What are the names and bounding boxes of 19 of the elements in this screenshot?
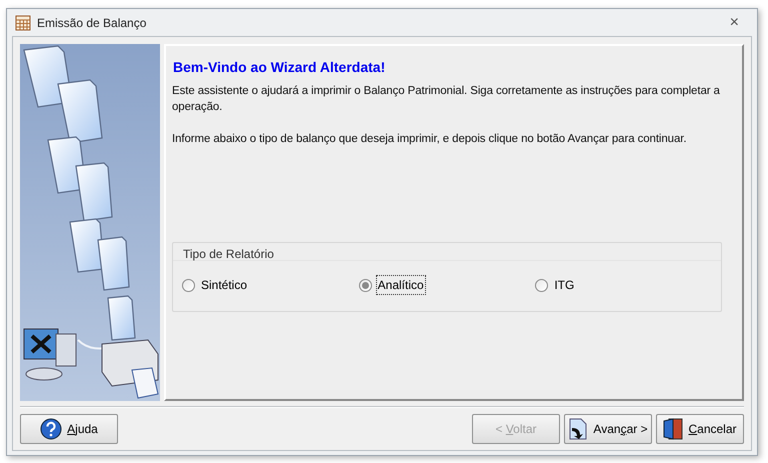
instruction-text: Informe abaixo o tipo de balanço que deseja imprimir, e depois clique no botão Avançar para continuar. <box>172 132 688 147</box>
radio-label[interactable]: Analítico <box>376 276 425 294</box>
radio-button[interactable] <box>358 278 372 292</box>
door-icon <box>663 418 684 440</box>
window-title: Emissão de Balanço <box>37 14 146 32</box>
radio-label[interactable]: ITG <box>553 276 576 294</box>
calculator-icon <box>15 14 31 30</box>
group-title: Tipo de Relatório <box>183 247 274 261</box>
next-button[interactable]: Avançar > <box>564 414 652 444</box>
help-button[interactable]: Ajuda <box>20 414 118 444</box>
cancel-button[interactable]: Cancelar <box>656 414 744 444</box>
radio-button[interactable] <box>535 278 548 292</box>
help-icon <box>40 418 62 440</box>
instruction-text: Este assistente o ajudará a imprimir o Balanço Patrimonial. Siga corretamente as instruções para completar a operação. <box>172 84 721 115</box>
welcome-heading: Bem-Vindo ao Wizard Alterdata! <box>173 58 386 77</box>
radio-label[interactable]: Sintético <box>200 276 248 294</box>
page-arrow-icon <box>568 418 588 440</box>
radio-button[interactable] <box>182 278 195 292</box>
close-button[interactable]: × <box>726 14 743 30</box>
